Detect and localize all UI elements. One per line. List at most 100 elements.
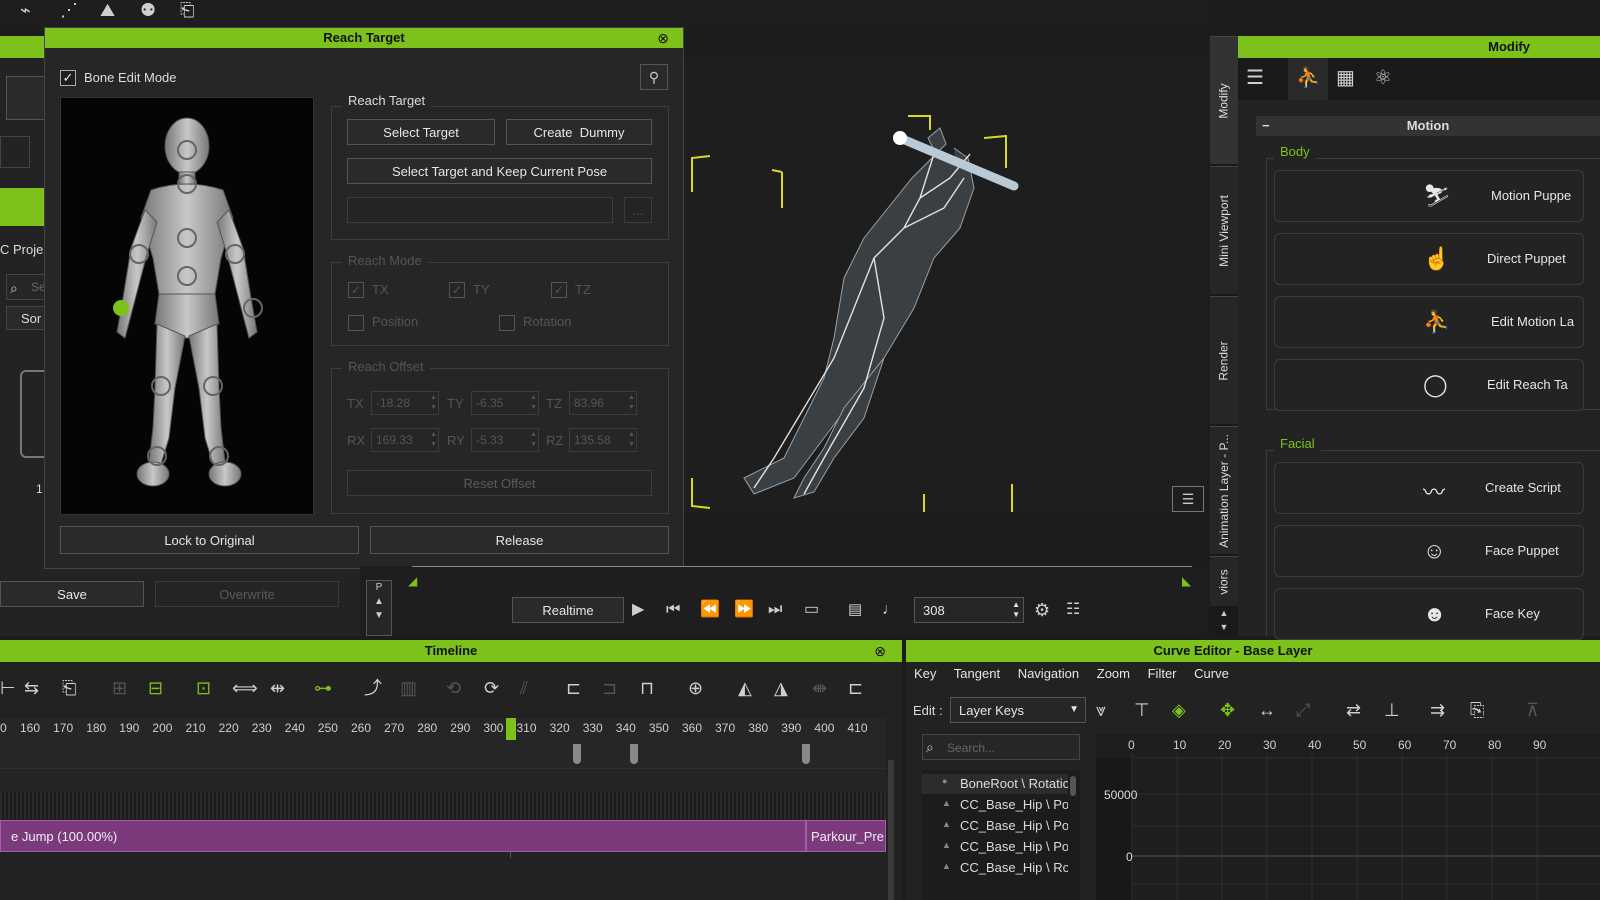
fit-range-icon[interactable]: ⇹ xyxy=(270,676,285,700)
key-marker[interactable] xyxy=(802,744,810,764)
range-end-marker[interactable]: ◣ xyxy=(1182,574,1191,588)
flip-clip-icon[interactable]: ⟳ xyxy=(484,676,499,700)
motion-puppet-button[interactable]: ⛷ Motion Puppe xyxy=(1274,170,1584,222)
left-panel-tool-box[interactable] xyxy=(6,76,46,120)
sliders-icon[interactable]: ☰ xyxy=(1246,66,1264,90)
release-button[interactable]: Release xyxy=(370,526,669,554)
lock-to-original-button[interactable]: Lock to Original xyxy=(60,526,359,554)
reach-key-track[interactable] xyxy=(0,792,886,820)
motion-clip[interactable]: e Jump (100.00%) xyxy=(0,820,806,852)
ty-checkbox[interactable]: ✓ xyxy=(449,282,465,298)
curve-search-input[interactable]: Search... xyxy=(922,734,1080,760)
loop-icon[interactable]: ▭ xyxy=(804,598,819,622)
edit-reach-target-button[interactable]: ◯ Edit Reach Ta xyxy=(1274,359,1584,411)
bone-edit-mode-checkbox[interactable]: ✓ xyxy=(60,70,76,86)
left-panel-tab[interactable] xyxy=(0,136,30,168)
tab-render[interactable]: Render xyxy=(1210,296,1238,424)
key-range-icon[interactable]: ⇼ xyxy=(812,676,827,700)
switch-track-icon[interactable]: ⇆ xyxy=(24,676,39,700)
tx-checkbox[interactable]: ✓ xyxy=(348,282,364,298)
music-note-icon[interactable]: ♩ xyxy=(882,598,898,622)
path-tool-icon[interactable]: ⎗ xyxy=(180,0,194,22)
zoom-in-icon[interactable]: ⊕ xyxy=(688,676,703,700)
tree-scrollbar[interactable] xyxy=(1070,776,1076,796)
move-key-icon[interactable]: ✥ xyxy=(1220,698,1235,722)
reset-offset-button[interactable]: Reset Offset xyxy=(347,470,652,496)
range-start-marker[interactable]: ◢ xyxy=(408,574,417,588)
split-icon[interactable]: ⊞ xyxy=(112,676,127,700)
target-name-field[interactable] xyxy=(347,197,613,223)
hierarchy-icon[interactable]: ⊤ xyxy=(1134,698,1150,722)
realtime-dropdown[interactable]: Realtime xyxy=(512,597,624,623)
curve-graph[interactable]: 0 10 20 30 40 50 60 70 80 90 50000 0 xyxy=(1096,734,1600,900)
select-target-keep-pose-button[interactable]: Select Target and Keep Current Pose xyxy=(347,158,652,184)
subtitle-icon[interactable]: ▤ xyxy=(848,598,862,622)
crowd-tool-icon[interactable]: ⚉ xyxy=(140,0,156,22)
spline-tool-icon[interactable]: ⋰ xyxy=(60,0,78,22)
menu-key[interactable]: Key xyxy=(914,666,936,681)
expand-track-icon[interactable]: ⊟ xyxy=(148,676,163,700)
curve-more-icon[interactable]: ⊼ xyxy=(1526,698,1539,722)
layers-icon[interactable]: ◈ xyxy=(1172,698,1186,722)
tz-checkbox[interactable]: ✓ xyxy=(551,282,567,298)
insert-key-icon[interactable]: ⎗ xyxy=(62,676,76,700)
timeline-menu-icon[interactable]: ⊏ xyxy=(848,676,863,700)
project-thumbnail[interactable] xyxy=(20,370,44,458)
key-track[interactable] xyxy=(0,740,886,768)
create-dummy-button[interactable]: Create Dummy xyxy=(506,119,652,145)
rotation-checkbox[interactable] xyxy=(499,315,515,331)
flatten-icon[interactable]: ⇉ xyxy=(1430,698,1445,722)
fit-width-icon[interactable]: ⟺ xyxy=(232,676,258,700)
next-key-icon[interactable]: ◮ xyxy=(774,676,788,700)
face-key-button[interactable]: ☻ Face Key xyxy=(1274,588,1584,640)
offset-ty-field[interactable]: -6.35 xyxy=(471,391,539,415)
curve-tool-icon[interactable]: ⤴ xyxy=(364,676,382,700)
timeline-scrollbar[interactable] xyxy=(888,760,894,900)
offset-tx-field[interactable]: -18.28 xyxy=(371,391,439,415)
scale-key-icon[interactable]: ↔ xyxy=(1258,698,1276,722)
sort-button[interactable]: Sor xyxy=(6,306,46,330)
insert-frames-icon[interactable]: ⊏ xyxy=(566,676,581,700)
edit-mode-dropdown[interactable]: Layer Keys ▼ xyxy=(950,697,1086,723)
tab-modify[interactable]: Modify xyxy=(1210,36,1238,164)
edit-motion-layer-button[interactable]: ⛹ Edit Motion La xyxy=(1274,296,1584,348)
viewport-caption-icon[interactable]: ☰ xyxy=(1172,486,1204,512)
loop-clip-icon[interactable]: ⟲ xyxy=(446,676,461,700)
bone-tool-icon[interactable]: ⌁ xyxy=(20,0,31,22)
direct-puppet-button[interactable]: ☝ Direct Puppet xyxy=(1274,233,1584,285)
position-checkbox[interactable] xyxy=(348,315,364,331)
menu-tangent[interactable]: Tangent xyxy=(954,666,1000,681)
add-key-icon[interactable]: ⊥ xyxy=(1384,698,1400,722)
step-forward-icon[interactable]: ⏩ xyxy=(734,598,754,622)
frame-all-icon[interactable]: ⤢ xyxy=(1296,698,1310,722)
remove-frames-icon[interactable]: ⊐ xyxy=(602,676,617,700)
copy-curve-icon[interactable]: ⎘ xyxy=(1470,698,1484,722)
menu-filter[interactable]: Filter xyxy=(1148,666,1177,681)
offset-rx-field[interactable]: 169.33 xyxy=(371,428,439,452)
filter-curves-icon[interactable]: ⩔ xyxy=(1096,698,1106,722)
pick-bone-icon[interactable]: ⚲ xyxy=(640,64,668,90)
tab-mini-viewport[interactable]: Mini Viewport xyxy=(1210,166,1238,294)
close-icon[interactable]: ⊗ xyxy=(657,28,669,48)
step-back-icon[interactable]: ⏪ xyxy=(700,598,720,622)
clip-range-icon[interactable]: ⊓ xyxy=(640,676,654,700)
skip-start-icon[interactable]: ⏮ xyxy=(666,598,680,622)
prev-key-icon[interactable]: ◭ xyxy=(738,676,752,700)
timeline-ruler[interactable]: 0 160 170 180 190 200 210 220 230 240 250 260 270 280… xyxy=(0,718,886,740)
menu-navigation[interactable]: Navigation xyxy=(1018,666,1079,681)
motion-clip-track[interactable]: e Jump (100.00%) Parkour_Pre xyxy=(0,820,886,852)
overwrite-button[interactable]: Overwrite xyxy=(155,581,339,607)
create-script-button[interactable]: 〰 Create Script xyxy=(1274,462,1584,514)
running-figure-icon[interactable]: ⛹ xyxy=(1296,66,1321,90)
tab-scroll-buttons[interactable]: ▲ ▼ xyxy=(1210,606,1238,636)
time-slider-track[interactable] xyxy=(412,566,1192,567)
playhead-marker[interactable] xyxy=(506,718,516,740)
tab-animation-layer[interactable]: Animation Layer - P... xyxy=(1210,426,1238,554)
play-icon[interactable]: ▶ xyxy=(632,598,644,622)
physics-atom-icon[interactable]: ⚛ xyxy=(1374,66,1392,90)
filmstrip-icon[interactable]: ☷ xyxy=(1066,598,1080,622)
offset-rz-field[interactable]: 135.58 xyxy=(569,428,637,452)
key-marker[interactable] xyxy=(630,744,638,764)
tab-behaviors[interactable]: viors xyxy=(1210,556,1238,606)
add-clip-icon[interactable]: ⊡ xyxy=(196,676,211,700)
